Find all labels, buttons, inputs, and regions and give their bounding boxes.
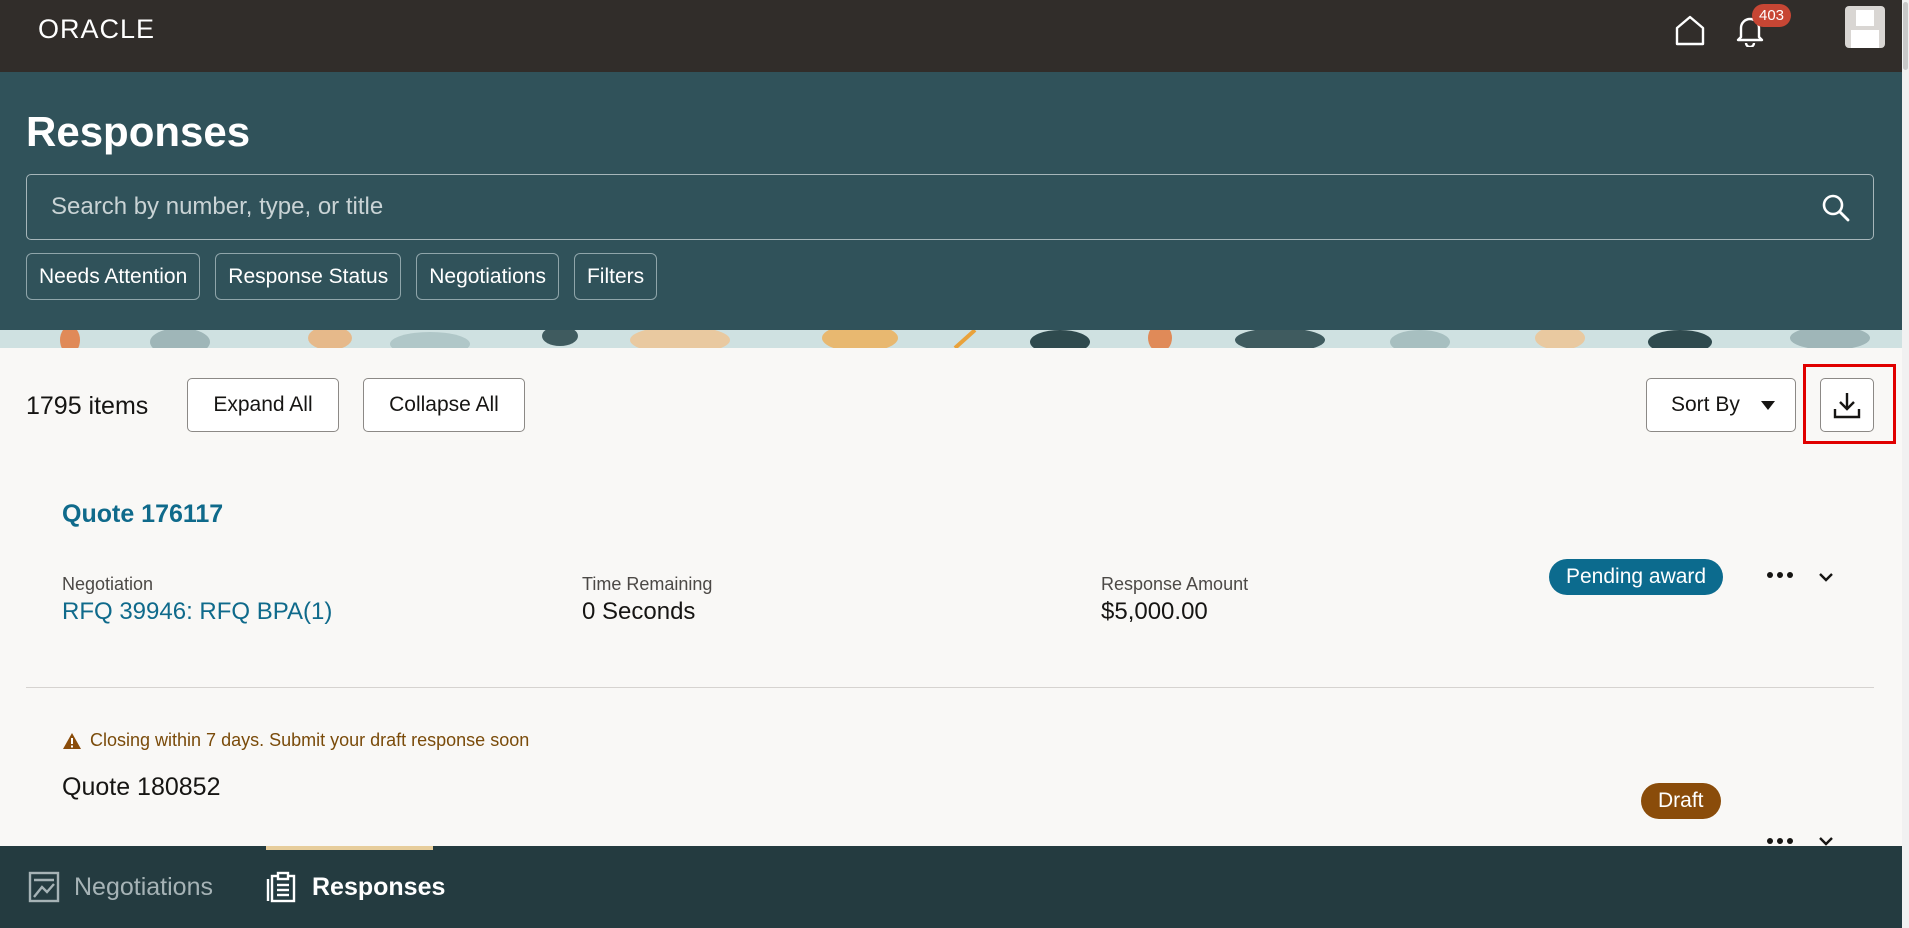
chevron-down-icon xyxy=(1819,573,1833,582)
closing-warning: Closing within 7 days. Submit your draft… xyxy=(62,730,529,751)
nav-responses-label: Responses xyxy=(312,872,446,901)
quote-176117-link[interactable]: Quote 176117 xyxy=(62,500,223,529)
nav-negotiations[interactable]: Negotiations xyxy=(28,846,213,928)
sort-by-button[interactable]: Sort By xyxy=(1646,378,1796,432)
item-count: 1795 items xyxy=(26,392,149,420)
chip-response-status[interactable]: Response Status xyxy=(215,253,402,300)
status-badge-pending-award: Pending award xyxy=(1549,559,1724,595)
search-input[interactable] xyxy=(27,175,1807,239)
time-remaining-value: 0 Seconds xyxy=(582,598,696,625)
avatar-icon xyxy=(1851,10,1879,48)
filter-chips: Needs Attention Response Status Negotiat… xyxy=(26,253,658,300)
home-button[interactable] xyxy=(1668,8,1712,52)
search-box[interactable] xyxy=(26,174,1874,240)
response-amount-value: $5,000.00 xyxy=(1101,598,1208,625)
scrollbar-thumb[interactable] xyxy=(1903,2,1908,70)
page-header: Responses Needs Attention Response Statu… xyxy=(0,72,1909,330)
quote-180852-title[interactable]: Quote 180852 xyxy=(62,773,220,802)
more-actions-button[interactable] xyxy=(1766,832,1794,846)
oracle-logo[interactable]: ORACLE xyxy=(38,14,155,45)
chip-needs-attention[interactable]: Needs Attention xyxy=(26,253,201,300)
search-icon[interactable] xyxy=(1821,193,1851,223)
responses-icon xyxy=(266,871,296,903)
warning-icon xyxy=(63,732,81,749)
top-bar: ORACLE 403 xyxy=(0,0,1909,72)
more-icon xyxy=(1767,838,1793,844)
negotiations-icon xyxy=(28,871,60,903)
more-actions-button[interactable] xyxy=(1766,566,1794,580)
expand-card-button[interactable] xyxy=(1818,570,1834,588)
card-divider xyxy=(26,687,1874,688)
page-scrollbar[interactable] xyxy=(1902,0,1909,928)
response-amount-label: Response Amount xyxy=(1101,574,1249,594)
nav-negotiations-label: Negotiations xyxy=(74,872,213,901)
warning-text: Closing within 7 days. Submit your draft… xyxy=(90,730,530,750)
download-highlight-box xyxy=(1803,364,1896,444)
page-title: Responses xyxy=(26,108,251,155)
user-avatar[interactable] xyxy=(1845,6,1885,48)
expand-all-button[interactable]: Expand All xyxy=(187,378,339,432)
sort-by-label: Sort By xyxy=(1671,393,1740,416)
chip-negotiations[interactable]: Negotiations xyxy=(416,253,559,300)
caret-down-icon xyxy=(1761,401,1775,410)
notification-count-badge[interactable]: 403 xyxy=(1752,4,1792,27)
negotiation-label: Negotiation xyxy=(62,574,154,594)
negotiation-link[interactable]: RFQ 39946: RFQ BPA(1) xyxy=(62,598,332,626)
home-icon xyxy=(1675,15,1705,46)
active-tab-indicator xyxy=(266,846,433,850)
decorative-banner-pattern xyxy=(0,330,1909,348)
collapse-all-button[interactable]: Collapse All xyxy=(363,378,525,432)
bottom-navigation: Negotiations Responses xyxy=(0,846,1909,928)
time-remaining-label: Time Remaining xyxy=(582,574,713,594)
chip-filters[interactable]: Filters xyxy=(573,253,658,300)
nav-responses[interactable]: Responses xyxy=(266,846,445,928)
more-icon xyxy=(1767,572,1793,578)
status-badge-draft: Draft xyxy=(1641,783,1721,819)
